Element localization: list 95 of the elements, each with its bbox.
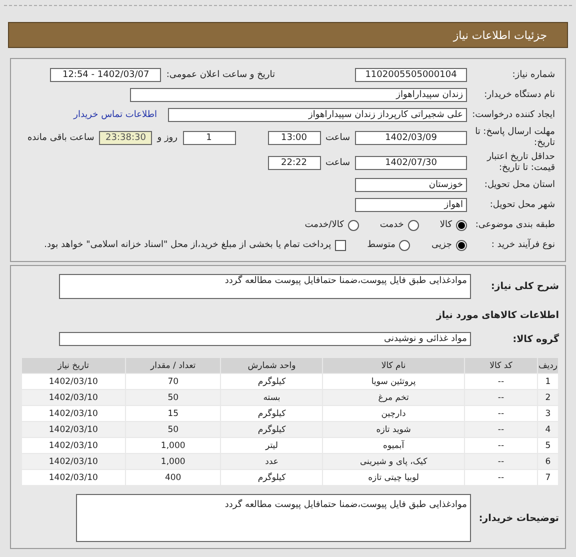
field-label: شرح کلی نیاز: [490,281,559,292]
table-cell: -- [465,374,537,389]
need-number-field[interactable]: 1102005505000104 [355,68,467,82]
radio-button[interactable] [456,240,467,250]
city-field[interactable]: اهواز [355,198,467,212]
table-cell: -- [465,422,537,437]
table-cell: 70 [126,374,220,389]
table-cell: -- [465,406,537,421]
table-cell: -- [465,390,537,405]
province-field[interactable]: خوزستان [355,178,467,192]
column-header: واحد شمارش [221,358,322,373]
table-cell: 1,000 [126,438,220,453]
table-cell: 1402/03/10 [22,406,125,421]
table-cell: 50 [126,422,220,437]
table-cell: 1402/03/10 [22,438,125,453]
table-cell: 3 [538,406,558,421]
table-cell: عدد [221,454,322,469]
table-cell: 7 [538,470,558,485]
table-cell: کیلوگرم [221,470,322,485]
table-cell: تخم مرغ [323,390,464,405]
table-cell: لیتر [221,438,322,453]
table-cell: کیلوگرم [221,422,322,437]
contact-info-link[interactable]: اطلاعات تماس خریدار [74,110,157,120]
field-label: استان محل تحویل: [483,180,555,190]
column-header: تاریخ نیاز [22,358,125,373]
table-cell: شوید تازه [323,422,464,437]
field-label: ایجاد کننده درخواست: [472,110,555,120]
table-cell: 5 [538,438,558,453]
field-label: حداقل تاریخ اعتبار قیمت: تا تاریخ: [486,152,555,174]
table-cell: 1,000 [126,454,220,469]
table-cell: لوبیا چیتی تازه [323,470,464,485]
column-header: تعداد / مقدار [126,358,220,373]
radio-button[interactable] [348,220,359,230]
radio-button[interactable] [399,240,410,250]
column-header: ردیف [538,358,558,373]
table-cell: 50 [126,390,220,405]
table-cell: آبمیوه [323,438,464,453]
table-cell: 4 [538,422,558,437]
table-cell: 1402/03/10 [22,454,125,469]
goods-group-field[interactable]: مواد غذائی و نوشیدنی [59,332,471,346]
buyer-name-field[interactable]: زندان سپیداراهواز [130,88,467,102]
checkbox-label: پرداخت تمام یا بخشی از مبلغ خرید،از محل "اسناد خزانه اسلامی" خواهد بود. [44,240,332,250]
field-label: توضیحات خریدار: [478,512,559,524]
table-cell: 1402/03/10 [22,374,125,389]
field-label: روز و [157,132,178,142]
deadline-time-field[interactable]: 13:00 [268,130,320,144]
column-header: کد کالا [465,358,537,373]
field-label: ساعت [326,158,350,168]
option-label: متوسط [367,240,396,250]
table-cell: 1402/03/10 [22,470,125,485]
buyer-notes-field[interactable]: موادغذایی طبق فایل پیوست،ضمنا حتمافایل پیوست مطالعه گردد [76,494,471,542]
table-cell: 400 [126,470,220,485]
section-header: جزئیات اطلاعات نیاز [8,22,568,48]
field-label: گروه کالا: [512,334,559,344]
option-label: خدمت [380,220,404,230]
table-cell: 15 [126,406,220,421]
requester-field[interactable]: علی شجیراتی کارپرداز زندان سپیداراهواز [168,108,467,122]
radio-button[interactable] [408,220,419,230]
table-cell: 1402/03/10 [22,422,125,437]
table-cell: -- [465,438,537,453]
option-label: جزیی [431,240,452,250]
table-cell: 1402/03/10 [22,390,125,405]
field-label: طبقه بندی موضوعی: [474,220,555,230]
field-label: ساعت باقی مانده [27,132,94,142]
description-field[interactable]: موادغذایی طبق فایل پیوست،ضمنا حتمافایل پیوست مطالعه گردد [59,274,471,299]
column-header: نام کالا [323,358,464,373]
field-label: شهر محل تحویل: [488,200,555,210]
remaining-time-field[interactable]: 23:38:30 [99,130,152,144]
checkbox[interactable] [335,240,346,250]
days-field[interactable]: 1 [182,130,236,144]
validity-time-field[interactable]: 22:22 [268,156,320,170]
field-label: ساعت [326,132,350,142]
field-label: شماره نیاز: [511,70,555,80]
deadline-date-field[interactable]: 1402/03/09 [355,130,467,144]
table-cell: 6 [538,454,558,469]
announce-date-field[interactable]: 1402/03/07 - 12:54 [50,68,162,82]
table-cell: 1 [538,374,558,389]
field-label: مهلت ارسال پاسخ: تا تاریخ: [474,126,555,148]
table-cell: -- [465,470,537,485]
validity-date-field[interactable]: 1402/07/30 [355,156,467,170]
table-cell: دارچین [323,406,464,421]
field-label: تاریخ و ساعت اعلان عمومی: [166,70,275,80]
table-cell: کیلوگرم [221,406,322,421]
option-label: کالا/خدمت [304,220,344,230]
field-label: نام دستگاه خریدار: [483,90,555,100]
section-heading: اطلاعات کالاهای مورد نیاز [436,310,559,320]
table-cell: کیلوگرم [221,374,322,389]
radio-button[interactable] [456,220,467,230]
table-cell: بسته [221,390,322,405]
table-cell: -- [465,454,537,469]
field-label: نوع فرآیند خرید : [490,240,555,250]
option-label: کالا [440,220,452,230]
table-cell: پروتئین سویا [323,374,464,389]
table-cell: کیک، پای و شیرینی [323,454,464,469]
table-cell: 2 [538,390,558,405]
